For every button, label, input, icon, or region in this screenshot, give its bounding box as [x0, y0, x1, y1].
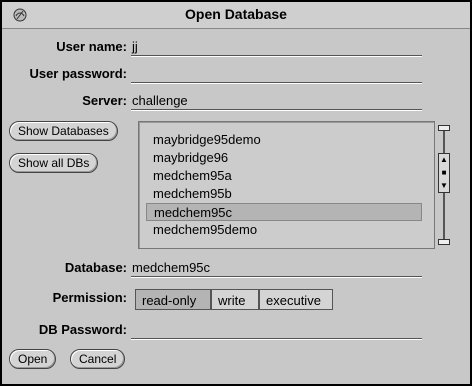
database-list-item[interactable]: medchem95demo — [153, 221, 257, 239]
arrow-up-icon[interactable]: ▲ — [440, 154, 448, 166]
window-title: Open Database — [185, 6, 287, 22]
database-field[interactable]: medchem95c — [132, 260, 210, 275]
scrollbar-top-cap[interactable] — [438, 125, 450, 131]
server-underline — [131, 109, 422, 110]
db-password-label: DB Password: — [38, 322, 127, 337]
database-list-item[interactable]: medchem95b — [153, 185, 232, 203]
scrollbar-thumb[interactable]: ▲ ■ ▼ — [438, 153, 450, 193]
scrollbar-grip[interactable]: ■ — [440, 167, 448, 179]
open-database-dialog: Open Database User name: jj User passwor… — [1, 1, 471, 385]
server-label: Server: — [82, 93, 127, 108]
database-list-item[interactable]: maybridge95demo — [153, 131, 261, 149]
database-list[interactable]: maybridge95demo maybridge96 medchem95a medc… — [138, 121, 435, 249]
title-bar: Open Database — [2, 2, 470, 29]
open-button[interactable]: Open — [9, 349, 57, 369]
cancel-button[interactable]: Cancel — [70, 349, 126, 369]
server-field[interactable]: challenge — [132, 93, 188, 108]
user-password-underline — [131, 82, 422, 83]
user-name-label: User name: — [56, 39, 127, 54]
show-databases-button[interactable]: Show Databases — [9, 121, 118, 141]
db-password-underline — [131, 338, 422, 339]
database-list-item[interactable]: maybridge96 — [153, 149, 228, 167]
user-password-label: User password: — [29, 66, 127, 81]
permission-write[interactable]: write — [211, 289, 259, 310]
permission-label: Permission: — [52, 290, 127, 305]
arrow-down-icon[interactable]: ▼ — [440, 180, 448, 192]
show-all-dbs-button[interactable]: Show all DBs — [9, 153, 99, 173]
permission-executive[interactable]: executive — [259, 289, 333, 310]
scrollbar-bottom-cap[interactable] — [438, 239, 450, 245]
database-list-scrollbar[interactable]: ▲ ■ ▼ — [438, 125, 450, 245]
user-name-field[interactable]: jj — [132, 39, 138, 54]
database-list-item[interactable]: medchem95a — [153, 167, 232, 185]
database-underline — [131, 276, 422, 277]
database-label: Database: — [64, 260, 127, 275]
user-name-underline — [131, 55, 422, 56]
database-list-item[interactable]: medchem95c — [146, 203, 422, 221]
permission-read-only[interactable]: read-only — [135, 289, 211, 310]
